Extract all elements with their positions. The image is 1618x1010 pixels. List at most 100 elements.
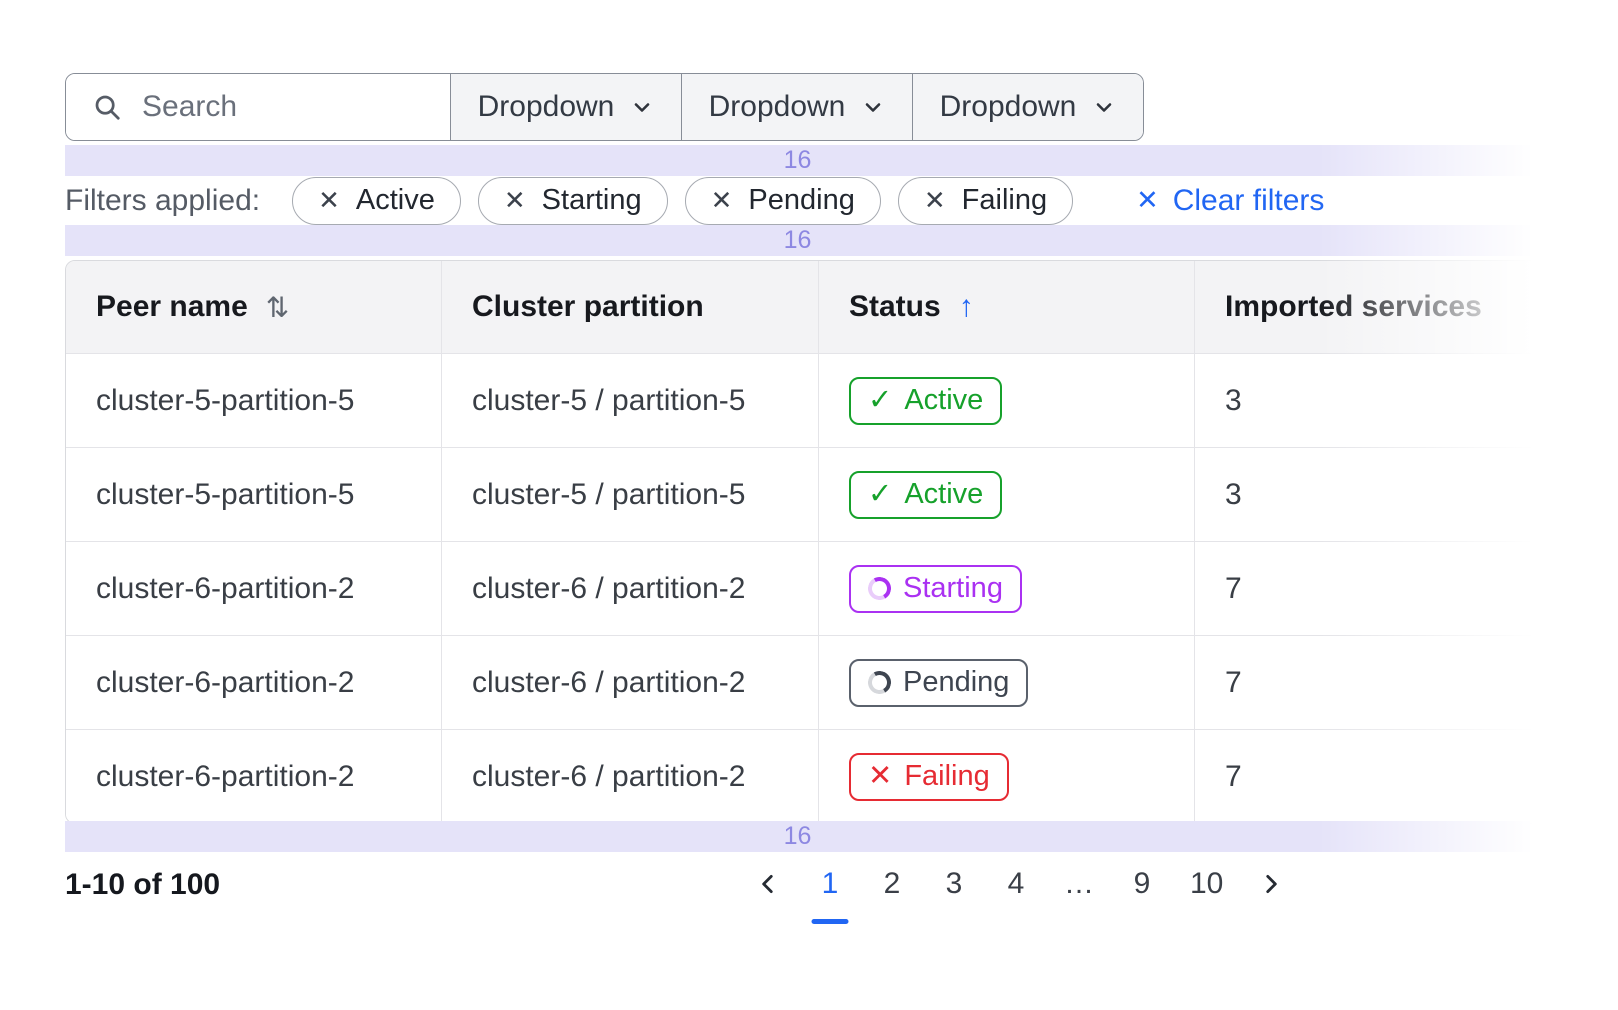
status-badge-label: Starting [903, 572, 1003, 605]
previous-page-button[interactable] [748, 858, 788, 910]
dropdown-button-3[interactable]: Dropdown [912, 74, 1143, 140]
table-row[interactable]: cluster-5-partition-5 cluster-5 / partit… [66, 447, 1571, 541]
check-icon: ✓ [868, 386, 892, 415]
status-badge-failing: ✕ Failing [849, 753, 1009, 801]
cluster-partition-cell: cluster-6 / partition-2 [441, 730, 818, 823]
spacing-marker-label: 16 [784, 822, 812, 851]
imported-services-cell: 7 [1194, 730, 1571, 823]
close-icon: ✕ [1136, 185, 1159, 216]
page-number: 3 [946, 867, 963, 901]
page-button-9[interactable]: 9 [1122, 858, 1162, 910]
peer-name-cell: cluster-6-partition-2 [66, 636, 441, 729]
cluster-partition-cell: cluster-5 / partition-5 [441, 354, 818, 447]
pagination-summary: 1-10 of 100 [65, 868, 220, 902]
column-header-status[interactable]: Status ↑ [818, 261, 1194, 353]
status-badge-label: Pending [903, 666, 1009, 699]
filters-applied-row: Filters applied: ✕ Active ✕ Starting ✕ P… [65, 176, 1330, 225]
clear-filters-button[interactable]: ✕ Clear filters [1130, 183, 1330, 219]
remove-icon: ✕ [711, 185, 733, 216]
column-header-imported-services[interactable]: Imported services [1194, 261, 1571, 353]
table-row[interactable]: cluster-5-partition-5 cluster-5 / partit… [66, 353, 1571, 447]
chevron-right-icon [1258, 871, 1284, 897]
imported-services-cell: 7 [1194, 636, 1571, 729]
column-header-cluster-partition[interactable]: Cluster partition [441, 261, 818, 353]
remove-icon: ✕ [504, 185, 526, 216]
peer-name-cell: cluster-5-partition-5 [66, 448, 441, 541]
status-badge-active: ✓ Active [849, 471, 1002, 519]
imported-services-cell: 3 [1194, 354, 1571, 447]
column-header-label: Peer name [96, 290, 248, 324]
sort-ascending-icon: ↑ [959, 290, 974, 324]
cluster-partition-cell: cluster-5 / partition-5 [441, 448, 818, 541]
filter-chip-active[interactable]: ✕ Active [292, 177, 461, 225]
dropdown-label: Dropdown [478, 90, 615, 124]
chevron-left-icon [755, 871, 781, 897]
filter-chip-starting[interactable]: ✕ Starting [478, 177, 668, 225]
page-number: 4 [1008, 867, 1025, 901]
check-icon: ✓ [868, 480, 892, 509]
dropdown-button-1[interactable]: Dropdown [450, 74, 681, 140]
column-header-label: Status [849, 290, 941, 324]
chevron-down-icon [1092, 95, 1116, 119]
filter-toolbar: Dropdown Dropdown Dropdown [65, 73, 1144, 141]
ellipsis-label: … [1064, 867, 1094, 901]
peer-name-cell: cluster-6-partition-2 [66, 730, 441, 823]
next-page-button[interactable] [1251, 858, 1291, 910]
spacing-marker: 16 [65, 145, 1530, 176]
search-box[interactable] [66, 74, 450, 140]
clear-filters-label: Clear filters [1173, 184, 1325, 218]
remove-icon: ✕ [924, 185, 946, 216]
peers-list-page: Dropdown Dropdown Dropdown 16 Filters ap… [0, 0, 1618, 1010]
page-number: 1 [822, 867, 839, 901]
dropdown-button-2[interactable]: Dropdown [681, 74, 912, 140]
filter-chip-label: Failing [962, 184, 1047, 217]
spacing-marker-label: 16 [784, 146, 812, 175]
page-number: 9 [1134, 867, 1151, 901]
spinner-icon [865, 668, 893, 696]
status-badge-label: Active [904, 478, 983, 511]
imported-services-cell: 7 [1194, 542, 1571, 635]
status-cell: Starting [818, 542, 1194, 635]
pagination-nav: 1 2 3 4 … 9 10 [748, 858, 1291, 910]
filters-applied-label: Filters applied: [65, 184, 260, 218]
page-number: 2 [884, 867, 901, 901]
dropdown-label: Dropdown [709, 90, 846, 124]
filter-chip-label: Active [356, 184, 435, 217]
filter-chip-pending[interactable]: ✕ Pending [685, 177, 881, 225]
active-page-underline [812, 919, 849, 924]
spacing-marker: 16 [65, 225, 1530, 256]
peer-name-cell: cluster-5-partition-5 [66, 354, 441, 447]
status-badge-pending: Pending [849, 659, 1028, 707]
spacing-marker-label: 16 [784, 226, 812, 255]
column-header-label: Imported services [1225, 290, 1482, 324]
imported-services-cell: 3 [1194, 448, 1571, 541]
filter-chip-failing[interactable]: ✕ Failing [898, 177, 1073, 225]
page-button-3[interactable]: 3 [934, 858, 974, 910]
page-button-1[interactable]: 1 [810, 858, 850, 910]
search-input[interactable] [140, 89, 444, 125]
chevron-down-icon [861, 95, 885, 119]
chevron-down-icon [630, 95, 654, 119]
page-number: 10 [1190, 867, 1223, 901]
status-cell: Pending [818, 636, 1194, 729]
table-row[interactable]: cluster-6-partition-2 cluster-6 / partit… [66, 635, 1571, 729]
page-button-2[interactable]: 2 [872, 858, 912, 910]
status-badge-label: Active [904, 384, 983, 417]
column-header-peer-name[interactable]: Peer name ⇅ [66, 261, 441, 353]
page-button-10[interactable]: 10 [1184, 858, 1229, 910]
status-badge-starting: Starting [849, 565, 1022, 613]
table-row[interactable]: cluster-6-partition-2 cluster-6 / partit… [66, 541, 1571, 635]
page-ellipsis: … [1058, 858, 1100, 910]
cluster-partition-cell: cluster-6 / partition-2 [441, 542, 818, 635]
remove-icon: ✕ [318, 185, 340, 216]
cluster-partition-cell: cluster-6 / partition-2 [441, 636, 818, 729]
page-button-4[interactable]: 4 [996, 858, 1036, 910]
status-cell: ✕ Failing [818, 730, 1194, 823]
table-header-row: Peer name ⇅ Cluster partition Status ↑ I… [66, 261, 1571, 353]
dropdown-label: Dropdown [940, 90, 1077, 124]
table-row[interactable]: cluster-6-partition-2 cluster-6 / partit… [66, 729, 1571, 823]
spinner-icon [865, 574, 893, 602]
spacing-marker: 16 [65, 821, 1530, 852]
sort-both-icon: ⇅ [266, 291, 289, 324]
peer-name-cell: cluster-6-partition-2 [66, 542, 441, 635]
